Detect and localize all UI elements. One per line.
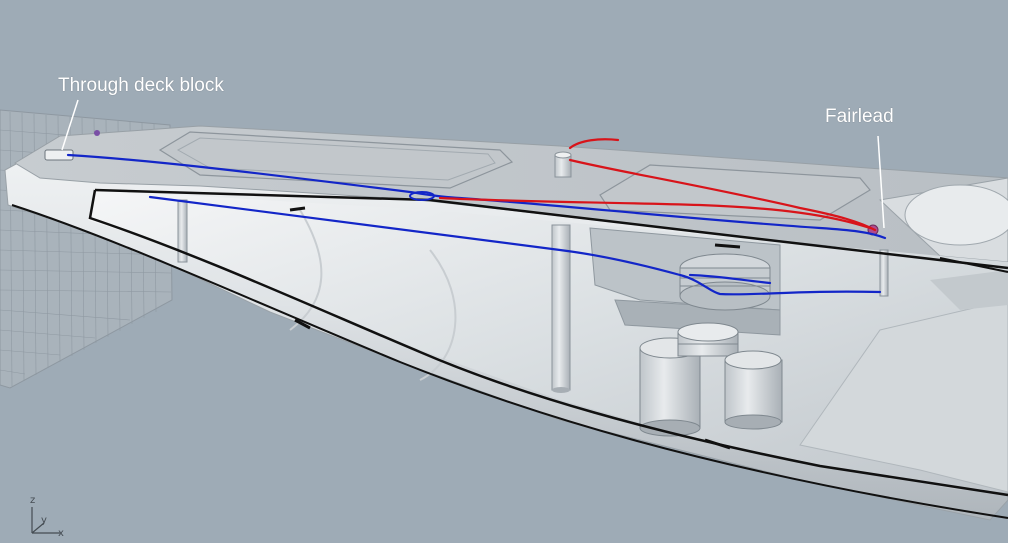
- annotation-fairlead: Fairlead: [825, 106, 894, 127]
- viewport-right-edge: [1008, 0, 1024, 543]
- axis-y-label: y: [41, 515, 47, 526]
- cylinder-right: [724, 350, 783, 430]
- annotation-through-deck-block: Through deck block: [58, 75, 224, 96]
- stanchion-forward: [879, 249, 889, 297]
- axis-gizmo: z y x: [22, 495, 72, 540]
- axis-x-label: x: [58, 528, 64, 539]
- axis-z-label: z: [30, 495, 36, 506]
- cylinder-top: [677, 322, 739, 357]
- mast-post: [554, 151, 572, 178]
- 3d-viewport[interactable]: Through deck block Fairlead z y x: [0, 0, 1024, 543]
